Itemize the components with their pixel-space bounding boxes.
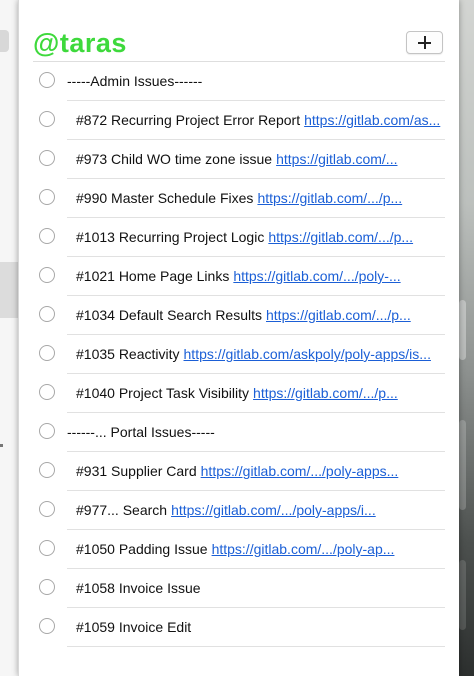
section-header-row[interactable]: ------... Portal Issues----- [19,413,459,452]
reminder-text[interactable]: -----Admin Issues------ [67,72,453,90]
add-reminder-button[interactable] [406,31,443,54]
issue-link[interactable]: https://gitlab.com/.../poly-apps/i... [171,502,376,518]
reminder-title: #1050 Padding Issue [76,541,208,557]
issue-link[interactable]: https://gitlab.com/.../poly-apps... [201,463,399,479]
reminder-title: #872 Recurring Project Error Report [76,112,301,128]
divider [67,646,445,647]
completion-checkbox[interactable] [39,423,55,439]
issue-link[interactable]: https://gitlab.com/.../poly-... [233,268,400,284]
reminder-row[interactable]: #931 Supplier Card https://gitlab.com/...… [19,452,459,491]
completion-checkbox[interactable] [39,267,55,283]
issue-link[interactable]: https://gitlab.com/askpoly/poly-apps/is.… [184,346,431,362]
reminder-text[interactable]: #1058 Invoice Issue [76,579,453,597]
completion-checkbox[interactable] [39,111,55,127]
reminder-title: #1034 Default Search Results [76,307,262,323]
section-header-row[interactable]: -----Admin Issues------ [19,62,459,101]
reminder-title: #973 Child WO time zone issue [76,151,273,167]
reminder-text[interactable]: #990 Master Schedule Fixes https://gitlab… [76,189,453,207]
completion-checkbox[interactable] [39,618,55,634]
reminder-row[interactable]: #1035 Reactivity https://gitlab.com/askpo… [19,335,459,374]
reminder-list: -----Admin Issues------ #872 Recurring Pr… [19,62,459,647]
reminder-title: -----Admin Issues------ [67,73,203,89]
reminder-text[interactable]: #977... Search https://gitlab.com/.../pol… [76,501,453,519]
reminder-text[interactable]: ------... Portal Issues----- [67,423,453,441]
reminder-title: #1058 Invoice Issue [76,580,201,596]
issue-link[interactable]: https://gitlab.com/... [276,151,397,167]
background-tab [0,262,18,318]
popover-header: @taras [19,0,459,62]
reminder-title: #931 Supplier Card [76,463,197,479]
reminder-row[interactable]: #1040 Project Task Visibility https://git… [19,374,459,413]
reminders-popover: @taras -----Admin Issues------ #872 Recur… [18,0,459,676]
issue-link[interactable]: https://gitlab.com/.../p... [253,385,398,401]
reminder-text[interactable]: #1013 Recurring Project Logic https://git… [76,228,453,246]
reminder-row[interactable]: #1013 Recurring Project Logic https://git… [19,218,459,257]
reminder-title: #1059 Invoice Edit [76,619,192,635]
reminder-title: #1035 Reactivity [76,346,180,362]
reminder-text[interactable]: #1021 Home Page Links https://gitlab.com/… [76,267,453,285]
issue-link[interactable]: https://gitlab.com/.../p... [266,307,411,323]
reminder-title: ------... Portal Issues----- [67,424,215,440]
issue-link[interactable]: https://gitlab.com/.../p... [268,229,413,245]
completion-checkbox[interactable] [39,72,55,88]
reminder-row[interactable]: #977... Search https://gitlab.com/.../pol… [19,491,459,530]
completion-checkbox[interactable] [39,540,55,556]
completion-checkbox[interactable] [39,462,55,478]
reminder-title: #990 Master Schedule Fixes [76,190,254,206]
reminder-text[interactable]: #872 Recurring Project Error Report https… [76,111,453,129]
reminder-text[interactable]: #1059 Invoice Edit [76,618,453,636]
reminder-row[interactable]: #1050 Padding Issue https://gitlab.com/..… [19,530,459,569]
completion-checkbox[interactable] [39,150,55,166]
background-mark [0,444,3,447]
issue-link[interactable]: https://gitlab.com/.../p... [257,190,402,206]
reminder-text[interactable]: #1040 Project Task Visibility https://git… [76,384,453,402]
completion-checkbox[interactable] [39,579,55,595]
reminder-title: #1021 Home Page Links [76,268,230,284]
reminder-row[interactable]: #1059 Invoice Edit [19,608,459,647]
reminder-text[interactable]: #973 Child WO time zone issue https://git… [76,150,453,168]
completion-checkbox[interactable] [39,501,55,517]
completion-checkbox[interactable] [39,228,55,244]
completion-checkbox[interactable] [39,384,55,400]
reminder-title: #1040 Project Task Visibility [76,385,250,401]
completion-checkbox[interactable] [39,306,55,322]
list-title: @taras [33,28,127,58]
issue-link[interactable]: https://gitlab.com/.../poly-ap... [212,541,395,557]
reminder-row[interactable]: #1034 Default Search Results https://gitl… [19,296,459,335]
reminder-row[interactable]: #973 Child WO time zone issue https://git… [19,140,459,179]
reminder-row[interactable]: #1058 Invoice Issue [19,569,459,608]
reminder-row[interactable]: #872 Recurring Project Error Report https… [19,101,459,140]
reminder-text[interactable]: #1050 Padding Issue https://gitlab.com/..… [76,540,453,558]
reminder-text[interactable]: #1034 Default Search Results https://gitl… [76,306,453,324]
reminder-row[interactable]: #1021 Home Page Links https://gitlab.com/… [19,257,459,296]
reminder-title: #1013 Recurring Project Logic [76,229,265,245]
background-tab [0,30,9,52]
reminder-text[interactable]: #931 Supplier Card https://gitlab.com/...… [76,462,453,480]
issue-link[interactable]: https://gitlab.com/as... [304,112,440,128]
reminder-row[interactable]: #990 Master Schedule Fixes https://gitlab… [19,179,459,218]
reminder-text[interactable]: #1035 Reactivity https://gitlab.com/askpo… [76,345,453,363]
completion-checkbox[interactable] [39,189,55,205]
completion-checkbox[interactable] [39,345,55,361]
reminder-title: #977... Search [76,502,168,518]
